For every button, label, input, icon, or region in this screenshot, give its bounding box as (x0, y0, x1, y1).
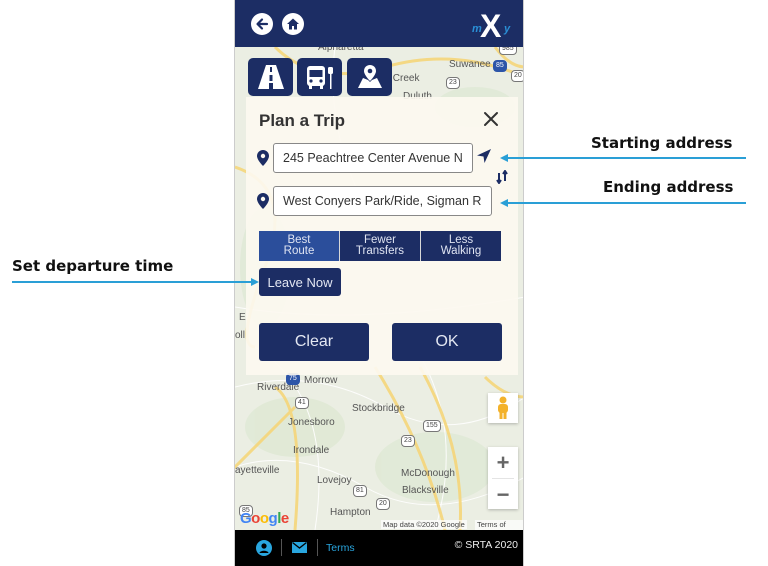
app-header: m X y (235, 0, 523, 47)
annotation-starting-address: Starting address (591, 134, 733, 152)
swap-addresses-icon[interactable] (496, 170, 508, 184)
express-lanes-button[interactable] (248, 58, 293, 96)
annotation-line (508, 202, 746, 204)
tab-best-route[interactable]: Best Route (259, 231, 340, 261)
map-label: oll (235, 330, 246, 341)
transit-button[interactable] (297, 58, 342, 96)
highway-shield: 81 (353, 485, 367, 497)
home-icon (287, 18, 299, 30)
pegman-icon (498, 396, 508, 419)
map-label: ayetteville (235, 465, 280, 476)
map-label: Stockbridge (352, 403, 405, 414)
copyright-text: © SRTA 2020 (454, 539, 518, 551)
footer-divider (317, 539, 318, 556)
map-label: Suwanee (449, 59, 491, 70)
tab-less-walking[interactable]: Less Walking (421, 231, 501, 261)
phone-screen: m X y Alpharetta Suwanee s Creek Riverda… (234, 0, 524, 566)
map-pin-icon (357, 65, 382, 88)
start-location-pin-icon (257, 150, 269, 166)
myx-logo: m X y (472, 8, 511, 42)
highway-shield: 41 (295, 397, 309, 409)
annotation-line (508, 157, 746, 159)
tab-label-line2: Walking (440, 245, 482, 257)
zoom-out-button[interactable]: − (488, 479, 518, 510)
road-icon (257, 65, 284, 89)
highway-shield: 20 (376, 498, 390, 510)
highway-shield: 85 (493, 60, 507, 72)
arrow-left-icon (256, 18, 269, 30)
map-label: McDonough (401, 468, 455, 479)
highway-shield: 23 (401, 435, 415, 447)
highway-shield: 985 (499, 47, 517, 55)
highway-shield: 155 (423, 420, 441, 432)
map-label: Lovejoy (317, 475, 352, 486)
zoom-in-button[interactable]: + (488, 447, 518, 478)
map-locations-button[interactable] (347, 58, 392, 96)
map-label: Irondale (293, 445, 330, 456)
ending-address-input[interactable]: West Conyers Park/Ride, Sigman R (273, 186, 492, 216)
current-location-icon[interactable] (476, 148, 492, 164)
app-footer: Terms © SRTA 2020 (235, 530, 523, 566)
terms-link[interactable]: Terms (326, 542, 355, 554)
map-label: E (239, 312, 246, 323)
plan-trip-panel: Plan a Trip 245 Peachtree Center Avenue … (246, 97, 518, 375)
map-zoom-control: + − (488, 447, 518, 509)
map-label: Jonesboro (288, 417, 335, 428)
highway-shield: 20 (511, 70, 523, 82)
annotation-line (12, 281, 252, 283)
map-attribution: Map data ©2020 Google (381, 520, 467, 529)
panel-title: Plan a Trip (259, 111, 345, 130)
annotation-ending-address: Ending address (603, 178, 734, 196)
map-label: Hampton (330, 507, 371, 518)
tab-label-line2: Route (283, 245, 315, 257)
back-button[interactable] (251, 13, 273, 35)
annotation-arrow (500, 199, 508, 207)
svg-text:y: y (503, 23, 511, 35)
user-icon (259, 543, 269, 553)
map-label: Morrow (304, 375, 338, 386)
google-logo: Google (240, 510, 289, 527)
mail-icon[interactable] (292, 542, 307, 553)
starting-address-input[interactable]: 245 Peachtree Center Avenue N (273, 143, 473, 173)
tab-label-line2: Transfers (355, 245, 405, 257)
leave-now-button[interactable]: Leave Now (259, 268, 341, 296)
ok-button[interactable]: OK (392, 323, 502, 361)
tab-fewer-transfers[interactable]: Fewer Transfers (340, 231, 421, 261)
home-button[interactable] (282, 13, 304, 35)
map-label: Alpharetta (318, 47, 364, 53)
highway-shield: 23 (446, 77, 460, 89)
svg-text:X: X (480, 8, 502, 42)
clear-button[interactable]: Clear (259, 323, 369, 361)
annotation-arrow (500, 154, 508, 162)
annotation-set-departure-time: Set departure time (12, 257, 174, 275)
account-button[interactable] (256, 540, 272, 556)
bus-stop-icon (306, 66, 333, 89)
street-view-pegman[interactable] (488, 393, 518, 423)
close-icon[interactable] (482, 110, 500, 128)
map-label: Blacksville (402, 485, 449, 496)
footer-divider (281, 539, 282, 556)
route-preference-tabs: Best Route Fewer Transfers Less Walking (259, 231, 501, 261)
end-location-pin-icon (257, 193, 269, 209)
annotation-arrow (251, 278, 259, 286)
